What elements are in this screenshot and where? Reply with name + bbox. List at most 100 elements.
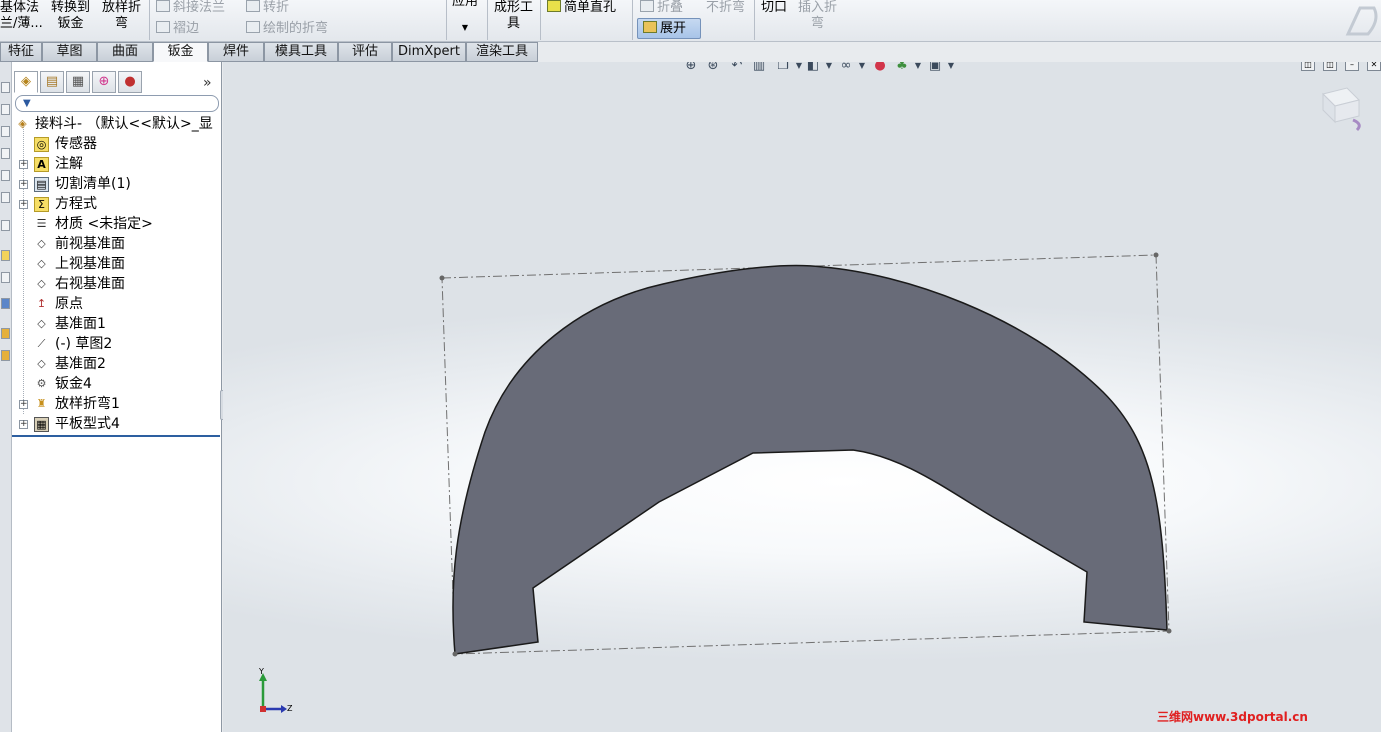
hem-button[interactable]: 褶边 — [156, 21, 199, 37]
hem-icon — [156, 21, 170, 33]
tab-configuration-manager[interactable]: ▦ — [66, 71, 90, 93]
origin-icon: ↥ — [36, 297, 47, 310]
rip-button[interactable]: 切口 — [761, 0, 787, 16]
solidworks-logo — [1345, 6, 1378, 36]
insert-bends-button[interactable]: 插入折 弯 — [798, 0, 837, 32]
tab-features[interactable]: 特征 — [0, 42, 42, 62]
part-icon: ◈ — [18, 117, 27, 130]
filter-icon: ▼ — [23, 98, 31, 109]
tab-dimxpert[interactable]: DimXpert — [392, 42, 466, 62]
tab-mold-tools[interactable]: 模具工具 — [264, 42, 338, 62]
toolbar-icon[interactable] — [1, 170, 10, 181]
flat-pattern-icon: ▦ — [34, 417, 49, 432]
lofted-bend-button[interactable]: 放样折 弯 — [102, 0, 141, 32]
feature-tree-icon: ◈ — [21, 74, 31, 89]
apply-button[interactable]: 应用 ▼ — [452, 0, 478, 36]
ribbon-separator — [487, 0, 488, 40]
lofted-bend-icon: ♜ — [36, 397, 47, 410]
graphics-area[interactable]: ⊕ ⊛ ↶ ▥ ❒ ▼ ◧ ▼ ∞ ▼ ● ♣ ▼ ▣ ▼ ◫ ◫ – ✕ Y … — [223, 62, 1381, 732]
tab-sketch[interactable]: 草图 — [42, 42, 97, 62]
tab-feature-tree[interactable]: ◈ — [14, 71, 38, 93]
tab-render-tools[interactable]: 渲染工具 — [466, 42, 538, 62]
configuration-icon: ▦ — [71, 74, 85, 89]
command-tabs: 特征 草图 曲面 钣金 焊件 模具工具 评估 DimXpert 渲染工具 — [0, 42, 540, 62]
tab-dimxpert-manager[interactable]: ⊕ — [92, 71, 116, 93]
miter-flange-button[interactable]: 斜接法兰 — [156, 0, 225, 16]
fold-button[interactable]: 折叠 — [640, 0, 683, 16]
ribbon-separator — [632, 0, 633, 40]
command-manager-ribbon: 基体法 兰/薄... 转换到 钣金 放样折 弯 斜接法兰 转折 褶边 绘制的折弯… — [0, 0, 1381, 42]
equation-icon: Σ — [34, 197, 49, 212]
task-strip — [0, 62, 12, 732]
expand-panel-button[interactable]: » — [203, 75, 212, 91]
toolbar-icon[interactable] — [1, 192, 10, 203]
plane-icon: ◇ — [37, 257, 46, 270]
property-icon: ▤ — [45, 74, 59, 89]
watermark-text: 三维网www.3dportal.cn — [1157, 710, 1308, 724]
model-view — [439, 252, 1172, 657]
display-manager-icon: ● — [124, 74, 136, 89]
y-axis-label: Y — [259, 667, 264, 676]
toolbar-icon[interactable] — [1, 104, 10, 115]
tab-property-manager[interactable]: ▤ — [40, 71, 64, 93]
simple-hole-button[interactable]: 简单直孔 — [547, 0, 616, 16]
toolbar-icon[interactable] — [1, 148, 10, 159]
tree-filter-input[interactable]: ▼ — [15, 95, 219, 112]
flatten-icon — [643, 21, 657, 33]
triad-axes: Y Z — [253, 667, 303, 721]
expand-toggle[interactable]: + — [19, 160, 28, 169]
sheet-metal-icon: ⚙ — [36, 377, 47, 390]
toolbar-icon[interactable] — [1, 272, 10, 283]
jog-button[interactable]: 转折 — [246, 0, 289, 16]
jog-icon — [246, 0, 260, 12]
ribbon-separator — [446, 0, 447, 40]
fold-icon — [640, 0, 654, 12]
rollback-bar[interactable] — [12, 435, 220, 437]
annotation-icon: A — [34, 157, 49, 172]
ribbon-separator — [149, 0, 150, 40]
sketched-bend-button[interactable]: 绘制的折弯 — [246, 21, 328, 37]
tab-surfaces[interactable]: 曲面 — [97, 42, 153, 62]
tab-sheet-metal[interactable]: 钣金 — [153, 42, 208, 62]
dimxpert-icon: ⊕ — [98, 74, 110, 89]
expand-toggle[interactable]: + — [19, 200, 28, 209]
convert-to-sheet-metal-button[interactable]: 转换到 钣金 — [51, 0, 90, 32]
flat-pattern-part[interactable] — [452, 264, 1168, 655]
flatten-button[interactable]: 展开 — [637, 18, 701, 39]
plane-icon: ◇ — [37, 277, 46, 290]
tab-weldments[interactable]: 焊件 — [208, 42, 264, 62]
tab-display-manager[interactable]: ● — [118, 71, 142, 93]
plane-icon: ◇ — [37, 357, 46, 370]
sensor-icon: ◎ — [34, 137, 49, 152]
plane-icon: ◇ — [37, 237, 46, 250]
toolbar-icon[interactable] — [1, 126, 10, 137]
expand-toggle[interactable]: + — [19, 180, 28, 189]
expand-toggle[interactable]: + — [19, 400, 28, 409]
feature-manager-tabs: ◈ ▤ ▦ ⊕ ● » — [12, 67, 222, 93]
toolbar-icon[interactable] — [1, 298, 10, 309]
tab-evaluate[interactable]: 评估 — [338, 42, 392, 62]
toolbar-icon[interactable] — [1, 220, 10, 231]
miter-flange-icon — [156, 0, 170, 12]
toolbar-icon[interactable] — [1, 350, 10, 361]
toolbar-icon[interactable] — [1, 328, 10, 339]
plane-icon: ◇ — [37, 317, 46, 330]
dropdown-arrow-icon: ▼ — [461, 23, 469, 32]
cut-list-icon: ▤ — [34, 177, 49, 192]
unfold-button[interactable]: 不折弯 — [706, 0, 745, 16]
material-icon: ☰ — [36, 217, 47, 230]
bbox-corner — [439, 275, 445, 281]
expand-toggle[interactable]: + — [19, 420, 28, 429]
bbox-corner — [452, 651, 458, 657]
sketch-tool-icon[interactable] — [1, 250, 10, 261]
sketch-icon: ⟋ — [37, 337, 46, 350]
z-axis-label: Z — [287, 704, 293, 713]
toolbar-icon[interactable] — [1, 82, 10, 93]
base-flange-button[interactable]: 基体法 兰/薄... — [0, 0, 43, 32]
forming-tool-button[interactable]: 成形工 具 — [494, 0, 533, 32]
bbox-corner — [1153, 252, 1159, 258]
bbox-corner — [1166, 628, 1172, 634]
ribbon-separator — [540, 0, 541, 40]
sketched-bend-icon — [246, 21, 260, 33]
feature-manager-panel: ◈ ▤ ▦ ⊕ ● » ▼ ◈ 接料斗- （默认<<默认>_显 ◎ 传感器 + … — [12, 62, 222, 732]
